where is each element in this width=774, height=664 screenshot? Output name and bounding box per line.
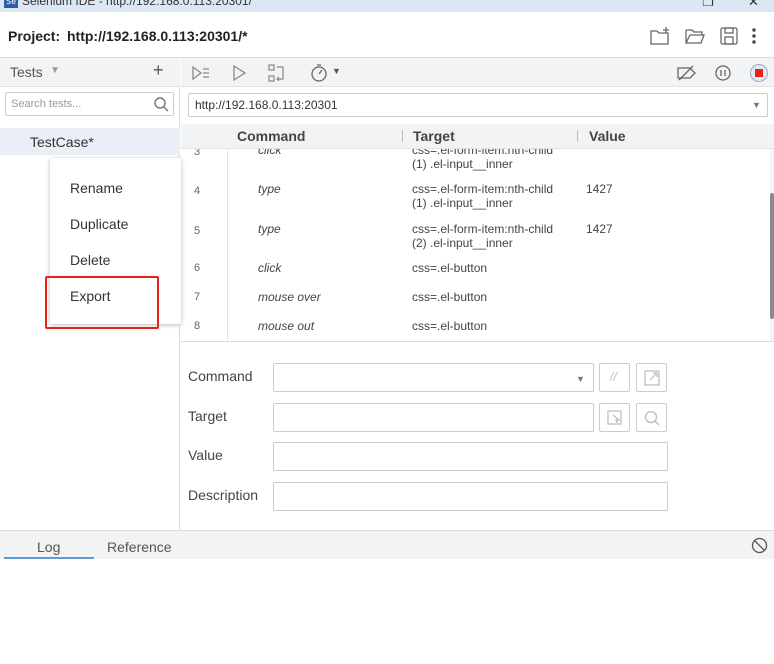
pause-on-exceptions-icon[interactable] xyxy=(713,63,733,83)
title-bar: Se Selenium IDE - http://192.168.0.113:2… xyxy=(0,0,774,12)
more-options-icon[interactable] xyxy=(747,25,761,47)
row-number: 7 xyxy=(194,291,201,303)
base-url-select[interactable]: http://192.168.0.113:20301 ▼ xyxy=(188,93,768,117)
disable-breakpoints-icon[interactable] xyxy=(675,63,697,83)
row-value: 1427 xyxy=(586,182,613,196)
window-title: Selenium IDE - http://192.168.0.113:2030… xyxy=(22,0,252,8)
row-command: click xyxy=(258,261,282,275)
target-line: css=.el-button xyxy=(412,261,488,275)
log-output xyxy=(0,559,774,664)
row-command: mouse out xyxy=(258,319,315,333)
row-command: mouse over xyxy=(258,290,321,304)
selenium-ide-window: Se Selenium IDE - http://192.168.0.113:2… xyxy=(0,0,774,664)
menu-item-delete[interactable]: Delete xyxy=(70,252,110,268)
tests-dropdown[interactable]: Tests xyxy=(10,64,43,80)
search-icon xyxy=(154,97,169,112)
menu-item-duplicate[interactable]: Duplicate xyxy=(70,216,128,232)
open-reference-button[interactable] xyxy=(636,363,667,392)
row-value: 1427 xyxy=(586,222,613,236)
chevron-down-icon: ▼ xyxy=(752,100,761,110)
step-over-icon[interactable] xyxy=(267,63,287,83)
select-target-icon xyxy=(607,410,622,425)
project-label: Project: xyxy=(8,28,61,44)
record-icon[interactable] xyxy=(749,63,769,83)
run-current-test-icon[interactable] xyxy=(229,63,249,83)
target-line: css=.el-form-item:nth-child xyxy=(412,149,554,157)
project-name[interactable]: http://192.168.0.113:20301/* xyxy=(67,28,248,44)
base-url-value: http://192.168.0.113:20301 xyxy=(195,98,338,112)
row-target: css=.el-form-item:nth-child (2) .el-inpu… xyxy=(412,222,572,250)
comment-button[interactable]: // xyxy=(599,363,630,392)
row-number: 5 xyxy=(194,225,201,237)
caret-down-icon[interactable]: ▼ xyxy=(50,65,60,76)
target-line: css=.el-button xyxy=(412,319,488,333)
external-link-icon xyxy=(644,370,660,386)
header-command: Command xyxy=(237,128,306,144)
select-target-button[interactable] xyxy=(599,403,630,432)
command-label: Command xyxy=(188,368,253,384)
row-command: type xyxy=(258,182,281,196)
row-number: 8 xyxy=(194,320,201,332)
table-scrollbar-thumb[interactable] xyxy=(770,193,774,319)
menu-item-rename[interactable]: Rename xyxy=(70,180,123,196)
test-item-label: TestCase* xyxy=(30,134,94,150)
row-number: 3 xyxy=(194,149,201,158)
speed-caret-icon[interactable]: ▼ xyxy=(332,66,341,76)
row-target: css=.el-button xyxy=(412,290,572,304)
row-target: css=.el-button xyxy=(412,261,572,275)
playback-toolbar: ▼ xyxy=(181,58,774,87)
row-target: css=.el-button xyxy=(412,319,572,333)
clear-log-icon[interactable] xyxy=(751,537,768,554)
target-input[interactable] xyxy=(273,403,594,432)
open-project-icon[interactable] xyxy=(684,25,706,47)
column-divider[interactable] xyxy=(402,130,403,142)
project-header: Project: http://192.168.0.113:20301/* xyxy=(0,13,774,58)
sidebar-header: Tests ▼ + xyxy=(0,58,180,87)
tab-log[interactable]: Log xyxy=(37,539,60,555)
value-input[interactable] xyxy=(273,442,668,471)
row-command: click xyxy=(258,149,282,157)
find-target-button[interactable] xyxy=(636,403,667,432)
save-project-icon[interactable] xyxy=(718,25,740,47)
maximize-icon[interactable]: ❐ xyxy=(702,0,714,10)
target-line: (1) .el-input__inner xyxy=(412,157,513,171)
speed-icon[interactable] xyxy=(309,63,329,83)
column-divider[interactable] xyxy=(577,130,578,142)
row-number: 6 xyxy=(194,262,201,274)
command-input[interactable] xyxy=(273,363,594,392)
value-label: Value xyxy=(188,447,223,463)
target-line: (1) .el-input__inner xyxy=(412,196,513,210)
target-label: Target xyxy=(188,408,227,424)
selenium-logo-icon: Se xyxy=(4,0,18,8)
close-window-icon[interactable]: ✕ xyxy=(748,0,759,10)
comment-label: // xyxy=(610,370,617,384)
row-command: type xyxy=(258,222,281,236)
target-line: css=.el-form-item:nth-child xyxy=(412,222,554,236)
header-target: Target xyxy=(413,128,455,144)
search-icon xyxy=(644,410,660,426)
row-target: css=.el-form-item:nth-child (1) .el-inpu… xyxy=(412,182,572,210)
new-project-icon[interactable] xyxy=(649,25,671,47)
chevron-down-icon[interactable]: ▼ xyxy=(576,374,585,384)
line-number-column xyxy=(181,149,228,341)
bottom-panel-tabs: Log Reference xyxy=(0,530,774,559)
row-target: css=.el-form-item:nth-child (1) .el-inpu… xyxy=(412,149,572,171)
target-line: (2) .el-input__inner xyxy=(412,236,513,250)
test-item-testcase[interactable]: TestCase* xyxy=(0,128,180,155)
add-test-button[interactable]: + xyxy=(153,60,164,81)
test-context-menu: Rename Duplicate Delete Export xyxy=(50,158,181,324)
search-tests-input[interactable] xyxy=(5,92,174,116)
description-input[interactable] xyxy=(273,482,668,511)
command-table: 3 click css=.el-form-item:nth-child (1) … xyxy=(181,149,774,342)
command-table-header: Command Target Value xyxy=(181,124,774,149)
header-value: Value xyxy=(589,128,626,144)
row-number: 4 xyxy=(194,185,201,197)
target-line: css=.el-form-item:nth-child xyxy=(412,182,554,196)
tab-reference[interactable]: Reference xyxy=(107,539,172,555)
target-line: css=.el-button xyxy=(412,290,488,304)
run-all-tests-icon[interactable] xyxy=(191,63,211,83)
menu-item-export[interactable]: Export xyxy=(70,288,110,304)
description-label: Description xyxy=(188,487,259,503)
